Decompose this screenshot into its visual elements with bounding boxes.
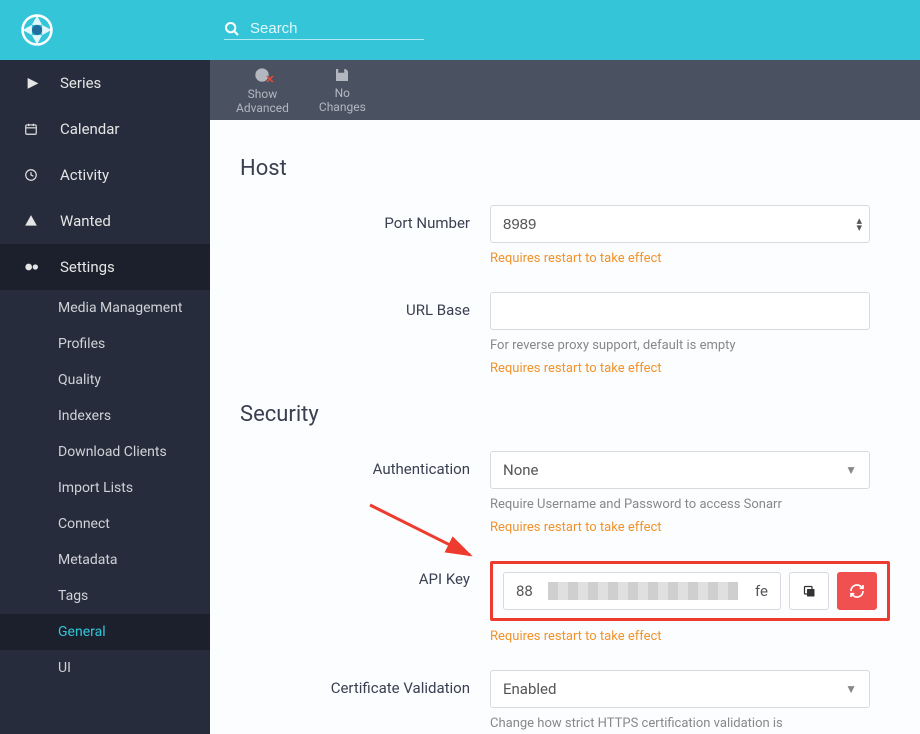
play-icon: ▶ (24, 75, 42, 91)
sidebar-label: Wanted (60, 212, 111, 230)
cert-help: Change how strict HTTPS certification va… (490, 716, 870, 731)
sidebar-sub-metadata[interactable]: Metadata (0, 542, 210, 578)
sidebar-sub-profiles[interactable]: Profiles (0, 326, 210, 362)
clock-icon (24, 168, 42, 182)
restart-warning: Requires restart to take effect (490, 251, 870, 266)
sidebar-label: Series (60, 74, 101, 92)
port-input[interactable] (490, 205, 870, 243)
show-advanced-button[interactable]: ✕ Show Advanced (230, 61, 295, 120)
apikey-suffix: fe (755, 582, 768, 600)
sidebar-sub-indexers[interactable]: Indexers (0, 398, 210, 434)
cert-select[interactable]: Enabled ▼ (490, 670, 870, 708)
row-urlbase: URL Base For reverse proxy support, defa… (240, 292, 890, 376)
section-security-title: Security (240, 402, 890, 427)
restart-warning: Requires restart to take effect (490, 629, 890, 644)
chevron-down-icon: ▼ (845, 682, 857, 696)
content-area: Host Port Number ▴▾ Requires restart to … (210, 120, 920, 734)
sidebar: ▶ Series Calendar Activity Wanted Sett (0, 60, 210, 734)
cert-value: Enabled (503, 680, 556, 698)
sidebar-sub-media[interactable]: Media Management (0, 290, 210, 326)
chevron-down-icon: ▼ (845, 463, 857, 477)
apikey-highlight: 88 fe (490, 561, 890, 621)
sidebar-sub-general[interactable]: General (0, 614, 210, 650)
sidebar-sub-tags[interactable]: Tags (0, 578, 210, 614)
gear-icon: ✕ (252, 65, 272, 85)
apikey-input[interactable]: 88 fe (503, 572, 781, 610)
row-cert: Certificate Validation Enabled ▼ Change … (240, 670, 890, 731)
sidebar-item-series[interactable]: ▶ Series (0, 60, 210, 106)
sidebar-label: Activity (60, 166, 109, 184)
main-panel: ✕ Show Advanced No Changes Host Port Num… (210, 60, 920, 734)
copy-apikey-button[interactable] (789, 572, 829, 610)
sidebar-sub-ui[interactable]: UI (0, 650, 210, 686)
refresh-icon (849, 583, 865, 599)
section-host-title: Host (240, 156, 890, 181)
urlbase-help: For reverse proxy support, default is em… (490, 338, 870, 353)
auth-help: Require Username and Password to access … (490, 497, 870, 512)
app-logo (20, 13, 54, 47)
number-stepper-icon[interactable]: ▴▾ (856, 217, 862, 231)
save-button[interactable]: No Changes (313, 62, 372, 119)
tool-label: Changes (319, 100, 366, 114)
urlbase-label: URL Base (240, 292, 490, 319)
sidebar-item-settings[interactable]: Settings (0, 244, 210, 290)
row-auth: Authentication None ▼ Require Username a… (240, 451, 890, 535)
auth-select[interactable]: None ▼ (490, 451, 870, 489)
sidebar-label: Settings (60, 258, 115, 276)
row-apikey: API Key 88 fe (240, 561, 890, 644)
x-badge-icon: ✕ (265, 73, 274, 86)
sidebar-item-calendar[interactable]: Calendar (0, 106, 210, 152)
urlbase-input[interactable] (490, 292, 870, 330)
tool-label: No (335, 86, 350, 100)
auth-value: None (503, 461, 539, 479)
save-icon (333, 66, 351, 84)
calendar-icon (24, 122, 42, 136)
sidebar-sub-import[interactable]: Import Lists (0, 470, 210, 506)
apikey-label: API Key (240, 561, 490, 588)
search-container (224, 20, 424, 40)
copy-icon (802, 584, 817, 599)
sidebar-sub-connect[interactable]: Connect (0, 506, 210, 542)
tool-label: Show (248, 87, 278, 101)
auth-label: Authentication (240, 451, 490, 478)
search-input[interactable] (250, 20, 424, 37)
sidebar-item-activity[interactable]: Activity (0, 152, 210, 198)
toolbar: ✕ Show Advanced No Changes (210, 60, 920, 120)
warning-icon (24, 214, 42, 228)
restart-warning: Requires restart to take effect (490, 361, 870, 376)
regenerate-apikey-button[interactable] (837, 572, 877, 610)
restart-warning: Requires restart to take effect (490, 520, 870, 535)
search-icon (224, 21, 240, 37)
row-port: Port Number ▴▾ Requires restart to take … (240, 205, 890, 266)
sidebar-label: Calendar (60, 120, 120, 138)
sidebar-sub-quality[interactable]: Quality (0, 362, 210, 398)
cert-label: Certificate Validation (240, 670, 490, 697)
sidebar-sub-download[interactable]: Download Clients (0, 434, 210, 470)
apikey-redacted (548, 582, 738, 600)
sidebar-item-wanted[interactable]: Wanted (0, 198, 210, 244)
apikey-prefix: 88 (516, 582, 533, 600)
port-label: Port Number (240, 205, 490, 232)
gears-icon (24, 260, 42, 274)
app-header (0, 0, 920, 60)
tool-label: Advanced (236, 101, 289, 115)
